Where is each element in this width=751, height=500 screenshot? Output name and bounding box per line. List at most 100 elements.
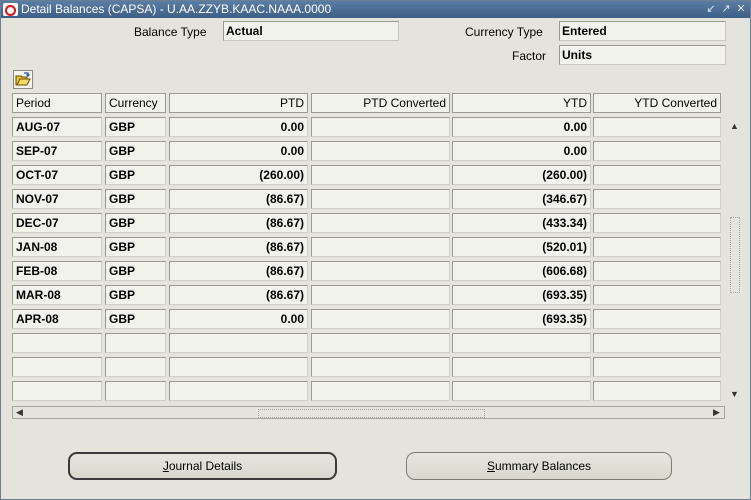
- currency-type-field[interactable]: Entered: [559, 21, 726, 41]
- cell-ytd-converted[interactable]: [593, 237, 721, 257]
- cell-ptd-converted[interactable]: [311, 213, 450, 233]
- cell-ytd[interactable]: 0.00: [452, 141, 591, 161]
- vertical-scroll-thumb[interactable]: [730, 217, 740, 293]
- column-header-ytd-converted[interactable]: YTD Converted: [593, 93, 721, 113]
- factor-field[interactable]: Units: [559, 45, 726, 65]
- cell-period[interactable]: AUG-07: [12, 117, 102, 137]
- cell-ptd-converted[interactable]: [311, 165, 450, 185]
- cell-ytd-converted[interactable]: [593, 261, 721, 281]
- summary-balances-button[interactable]: Summary Balances: [406, 452, 672, 480]
- cell-ytd-converted[interactable]: [593, 357, 721, 377]
- cell-ptd-converted[interactable]: [311, 237, 450, 257]
- cell-ytd-converted[interactable]: [593, 213, 721, 233]
- cell-ptd[interactable]: (86.67): [169, 189, 308, 209]
- cell-currency[interactable]: [105, 357, 166, 377]
- cell-currency[interactable]: GBP: [105, 285, 166, 305]
- journal-details-button[interactable]: Journal Details: [68, 452, 337, 480]
- scroll-right-icon[interactable]: ▶: [713, 406, 720, 419]
- cell-period[interactable]: OCT-07: [12, 165, 102, 185]
- cell-currency[interactable]: GBP: [105, 141, 166, 161]
- cell-currency[interactable]: GBP: [105, 117, 166, 137]
- cell-period[interactable]: MAR-08: [12, 285, 102, 305]
- cell-ptd-converted[interactable]: [311, 333, 450, 353]
- cell-ytd[interactable]: (693.35): [452, 309, 591, 329]
- scroll-up-icon[interactable]: ▲: [730, 121, 739, 131]
- cell-period[interactable]: [12, 381, 102, 401]
- balance-type-field[interactable]: Actual: [223, 21, 399, 41]
- cell-ptd[interactable]: [169, 333, 308, 353]
- cell-ptd[interactable]: (260.00): [169, 165, 308, 185]
- cell-currency[interactable]: GBP: [105, 237, 166, 257]
- cell-ytd[interactable]: (693.35): [452, 285, 591, 305]
- cell-ptd[interactable]: (86.67): [169, 261, 308, 281]
- cell-ytd[interactable]: [452, 333, 591, 353]
- cell-ytd-converted[interactable]: [593, 381, 721, 401]
- cell-ptd[interactable]: 0.00: [169, 141, 308, 161]
- cell-currency[interactable]: GBP: [105, 213, 166, 233]
- cell-period[interactable]: SEP-07: [12, 141, 102, 161]
- cell-ytd[interactable]: (260.00): [452, 165, 591, 185]
- oracle-logo-icon: [3, 3, 18, 16]
- title-bar[interactable]: Detail Balances (CAPSA) - U.AA.ZZYB.KAAC…: [1, 1, 750, 18]
- column-header-ptd[interactable]: PTD: [169, 93, 308, 113]
- cell-ytd-converted[interactable]: [593, 285, 721, 305]
- cell-ptd[interactable]: 0.00: [169, 309, 308, 329]
- cell-currency[interactable]: [105, 381, 166, 401]
- horizontal-scroll-thumb[interactable]: [258, 409, 485, 418]
- cell-period[interactable]: NOV-07: [12, 189, 102, 209]
- column-header-ptd-converted[interactable]: PTD Converted: [311, 93, 450, 113]
- cell-ytd[interactable]: (606.68): [452, 261, 591, 281]
- cell-ptd[interactable]: (86.67): [169, 237, 308, 257]
- column-header-currency[interactable]: Currency: [105, 93, 166, 113]
- column-header-ytd[interactable]: YTD: [452, 93, 591, 113]
- minimize-icon[interactable]: ↙: [705, 3, 717, 15]
- folder-button[interactable]: [13, 70, 33, 89]
- cell-ptd-converted[interactable]: [311, 285, 450, 305]
- vertical-scrollbar[interactable]: ▲ ▼: [727, 117, 743, 403]
- cell-ptd[interactable]: (86.67): [169, 213, 308, 233]
- cell-currency[interactable]: GBP: [105, 189, 166, 209]
- cell-currency[interactable]: [105, 333, 166, 353]
- horizontal-scrollbar[interactable]: ◀ ▶: [12, 406, 725, 419]
- cell-ptd[interactable]: (86.67): [169, 285, 308, 305]
- cell-ytd[interactable]: [452, 357, 591, 377]
- balance-type-label: Balance Type: [134, 25, 207, 39]
- cell-ptd[interactable]: 0.00: [169, 117, 308, 137]
- cell-ytd[interactable]: (520.01): [452, 237, 591, 257]
- cell-ytd-converted[interactable]: [593, 333, 721, 353]
- cell-ptd-converted[interactable]: [311, 381, 450, 401]
- cell-currency[interactable]: GBP: [105, 309, 166, 329]
- close-icon[interactable]: ✕: [735, 3, 747, 15]
- cell-ptd-converted[interactable]: [311, 309, 450, 329]
- cell-period[interactable]: [12, 357, 102, 377]
- scroll-down-icon[interactable]: ▼: [730, 389, 739, 399]
- cell-ytd-converted[interactable]: [593, 165, 721, 185]
- cell-period[interactable]: FEB-08: [12, 261, 102, 281]
- cell-ptd-converted[interactable]: [311, 189, 450, 209]
- cell-currency[interactable]: GBP: [105, 165, 166, 185]
- cell-ptd[interactable]: [169, 381, 308, 401]
- cell-ptd-converted[interactable]: [311, 261, 450, 281]
- cell-ytd-converted[interactable]: [593, 309, 721, 329]
- cell-ytd[interactable]: [452, 381, 591, 401]
- column-header-period[interactable]: Period: [12, 93, 102, 113]
- detail-balances-window: Detail Balances (CAPSA) - U.AA.ZZYB.KAAC…: [0, 0, 751, 500]
- cell-ytd-converted[interactable]: [593, 141, 721, 161]
- cell-ptd-converted[interactable]: [311, 141, 450, 161]
- cell-period[interactable]: [12, 333, 102, 353]
- cell-ptd-converted[interactable]: [311, 357, 450, 377]
- cell-period[interactable]: JAN-08: [12, 237, 102, 257]
- cell-period[interactable]: DEC-07: [12, 213, 102, 233]
- cell-ytd-converted[interactable]: [593, 189, 721, 209]
- cell-period[interactable]: APR-08: [12, 309, 102, 329]
- cell-ytd[interactable]: (433.34): [452, 213, 591, 233]
- cell-ptd[interactable]: [169, 357, 308, 377]
- cell-ytd[interactable]: 0.00: [452, 117, 591, 137]
- cell-ytd[interactable]: (346.67): [452, 189, 591, 209]
- cell-currency[interactable]: GBP: [105, 261, 166, 281]
- restore-icon[interactable]: ↗: [720, 3, 732, 15]
- scroll-left-icon[interactable]: ◀: [16, 406, 23, 419]
- window-title: Detail Balances (CAPSA) - U.AA.ZZYB.KAAC…: [21, 2, 332, 16]
- cell-ytd-converted[interactable]: [593, 117, 721, 137]
- cell-ptd-converted[interactable]: [311, 117, 450, 137]
